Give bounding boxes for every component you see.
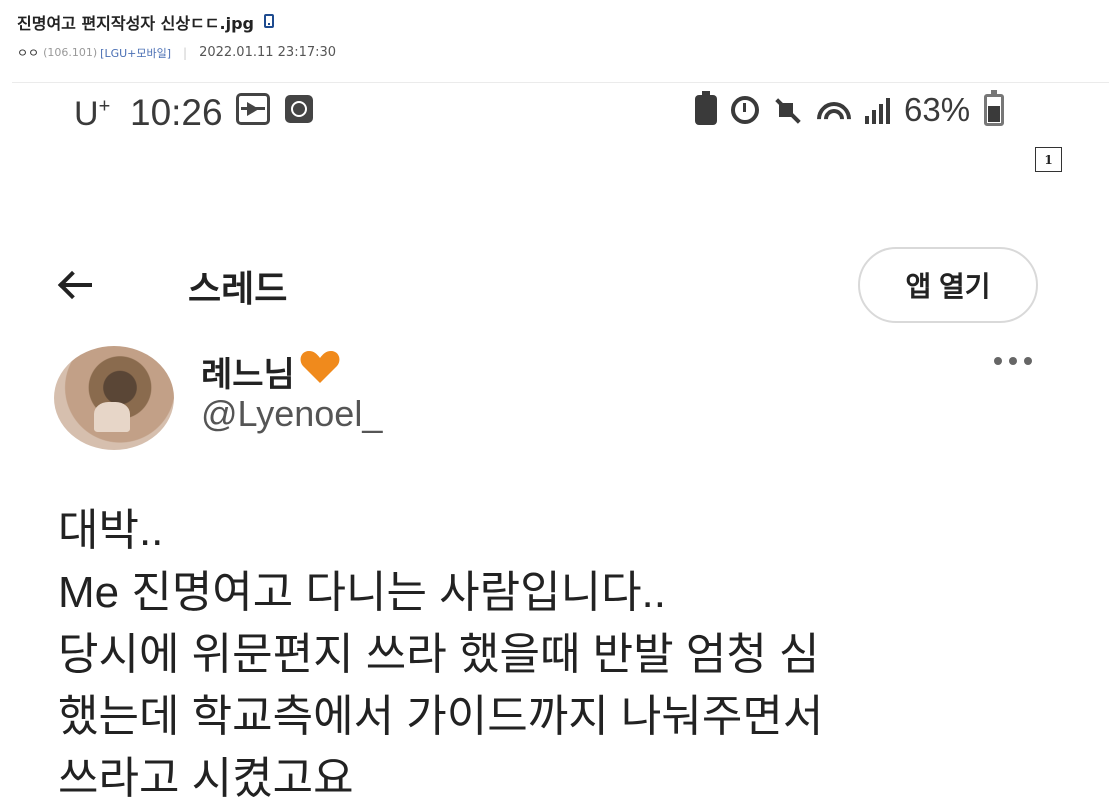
signal-icon bbox=[865, 96, 890, 124]
post-header: 진명여고 편지작성자 신상ㄷㄷ.jpg ㅇㅇ (106.101) [LGU+모바… bbox=[0, 0, 1109, 82]
meta-separator: | bbox=[183, 45, 188, 60]
orange-heart-icon bbox=[300, 351, 340, 383]
battery-saver-icon bbox=[695, 91, 717, 125]
back-arrow-icon[interactable] bbox=[58, 270, 94, 300]
header-divider bbox=[12, 82, 1109, 83]
mute-icon bbox=[773, 95, 803, 125]
post-title: 진명여고 편지작성자 신상ㄷㄷ.jpg bbox=[17, 10, 274, 34]
alarm-icon bbox=[731, 96, 759, 124]
image-number-badge: 1 bbox=[1035, 147, 1062, 172]
wifi-icon bbox=[817, 96, 851, 124]
status-icons: 63% bbox=[695, 90, 1005, 128]
status-time: 10:26 bbox=[130, 92, 223, 133]
author-handle[interactable]: @Lyenoel_ bbox=[201, 393, 382, 435]
post-meta: ㅇㅇ (106.101) [LGU+모바일] | 2022.01.11 23:1… bbox=[17, 44, 336, 61]
author-carrier: [LGU+모바일] bbox=[100, 46, 172, 60]
tweet-line: 쓰라고 시켰고요 bbox=[58, 754, 354, 803]
battery-percent: 63% bbox=[904, 91, 971, 128]
open-app-button[interactable]: 앱 열기 bbox=[858, 247, 1038, 323]
more-options-icon[interactable] bbox=[994, 357, 1032, 365]
tweet-line: 했는데 학교측에서 가이드까지 나눠주면서 bbox=[58, 692, 824, 741]
author-name[interactable]: 례느님 bbox=[201, 347, 295, 396]
tweet-text: 대박.. Me 진명여고 다니는 사람입니다.. 당시에 위문편지 쓰라 했을때… bbox=[58, 500, 1098, 810]
tweet-line: 대박.. bbox=[58, 506, 164, 555]
carrier-label: U+ bbox=[74, 95, 111, 133]
post-date: 2022.01.11 23:17:30 bbox=[199, 45, 337, 60]
tweet-line: Me 진명여고 다니는 사람입니다.. bbox=[58, 568, 667, 617]
avatar[interactable] bbox=[54, 346, 174, 450]
battery-icon bbox=[984, 90, 1005, 126]
author-ip: (106.101) bbox=[43, 46, 98, 59]
screen-record-icon bbox=[236, 93, 270, 125]
mobile-post-icon bbox=[263, 14, 274, 28]
post-title-text: 진명여고 편지작성자 신상ㄷㄷ.jpg bbox=[17, 14, 254, 33]
thread-title: 스레드 bbox=[188, 268, 288, 309]
author-nick[interactable]: ㅇㅇ bbox=[17, 44, 39, 61]
tweet-line: 당시에 위문편지 쓰라 했을때 반발 엄청 심 bbox=[58, 630, 820, 679]
clock-app-icon bbox=[285, 95, 313, 123]
